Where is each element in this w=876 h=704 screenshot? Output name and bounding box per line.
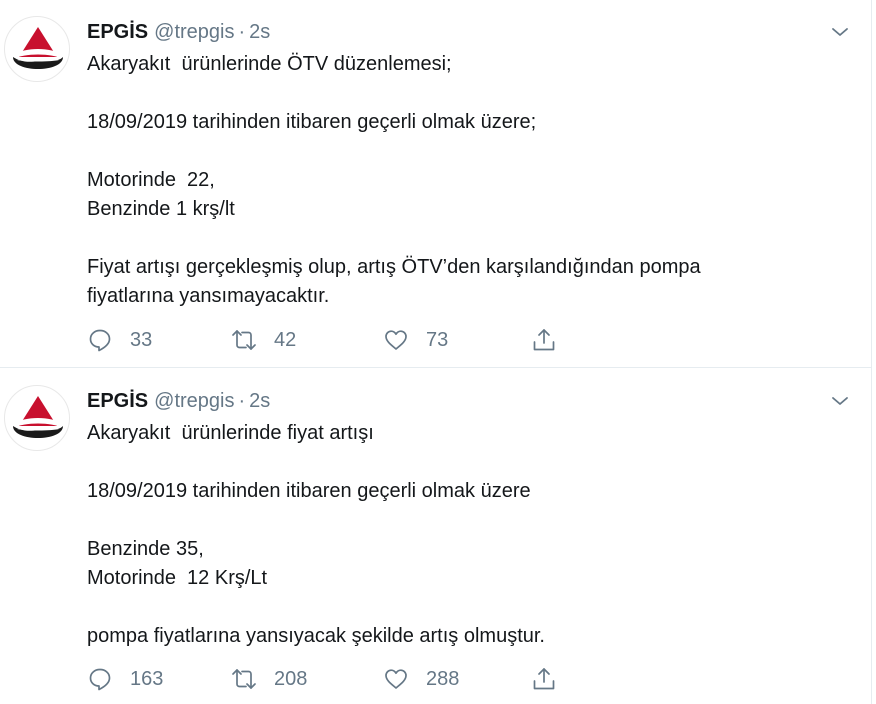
- retweet-icon: [232, 330, 256, 350]
- tweet-text: Akaryakıt ürünlerinde ÖTV düzenlemesi; 1…: [87, 53, 701, 307]
- timestamp[interactable]: 2s: [249, 390, 270, 412]
- retweet-button[interactable]: 42: [231, 325, 296, 355]
- author-handle[interactable]: @trepgis: [154, 21, 234, 43]
- separator: ·: [238, 21, 246, 43]
- share-button[interactable]: [531, 664, 557, 694]
- tweet[interactable]: EPGİS @trepgis · 2s Akaryakıt ürünlerinde Ö…: [0, 0, 872, 368]
- tweet-menu-button[interactable]: [830, 22, 850, 42]
- timeline: EPGİS @trepgis · 2s Akaryakıt ürünlerinde Ö…: [0, 0, 872, 704]
- timestamp[interactable]: 2s: [249, 21, 270, 43]
- share-button[interactable]: [531, 325, 557, 355]
- retweet-count: 42: [274, 328, 297, 351]
- avatar[interactable]: [4, 16, 70, 82]
- chevron-down-icon: [832, 397, 848, 405]
- like-button[interactable]: 288: [383, 664, 459, 694]
- author-name[interactable]: EPGİS: [87, 390, 148, 412]
- tweet-menu-button[interactable]: [830, 391, 850, 411]
- like-count: 73: [426, 328, 449, 351]
- reply-button[interactable]: 33: [87, 325, 152, 355]
- retweet-icon: [232, 669, 256, 689]
- tweet-header: EPGİS @trepgis · 2s: [87, 18, 270, 46]
- tweet-text: Akaryakıt ürünlerinde fiyat artışı 18/09…: [87, 422, 545, 647]
- reply-count: 33: [130, 328, 153, 351]
- retweet-count: 208: [274, 667, 308, 690]
- heart-icon: [385, 330, 407, 350]
- reply-button[interactable]: 163: [87, 664, 163, 694]
- retweet-button[interactable]: 208: [231, 664, 307, 694]
- tweet-actions: 163 208 288: [87, 664, 647, 694]
- tweet[interactable]: EPGİS @trepgis · 2s Akaryakıt ürünlerinde f…: [0, 369, 872, 704]
- chevron-down-icon: [832, 28, 848, 36]
- separator: ·: [238, 390, 246, 412]
- reply-icon: [89, 668, 111, 691]
- share-icon: [533, 668, 555, 690]
- epgis-logo-icon: [13, 27, 63, 69]
- reply-icon: [89, 329, 111, 352]
- author-handle[interactable]: @trepgis: [154, 390, 234, 412]
- author-name[interactable]: EPGİS: [87, 21, 148, 43]
- like-button[interactable]: 73: [383, 325, 448, 355]
- reply-count: 163: [130, 667, 164, 690]
- share-icon: [533, 329, 555, 351]
- like-count: 288: [426, 667, 460, 690]
- tweet-header: EPGİS @trepgis · 2s: [87, 387, 270, 415]
- tweet-actions: 33 42 73: [87, 325, 647, 355]
- avatar[interactable]: [4, 385, 70, 451]
- heart-icon: [385, 669, 407, 689]
- epgis-logo-icon: [13, 396, 63, 438]
